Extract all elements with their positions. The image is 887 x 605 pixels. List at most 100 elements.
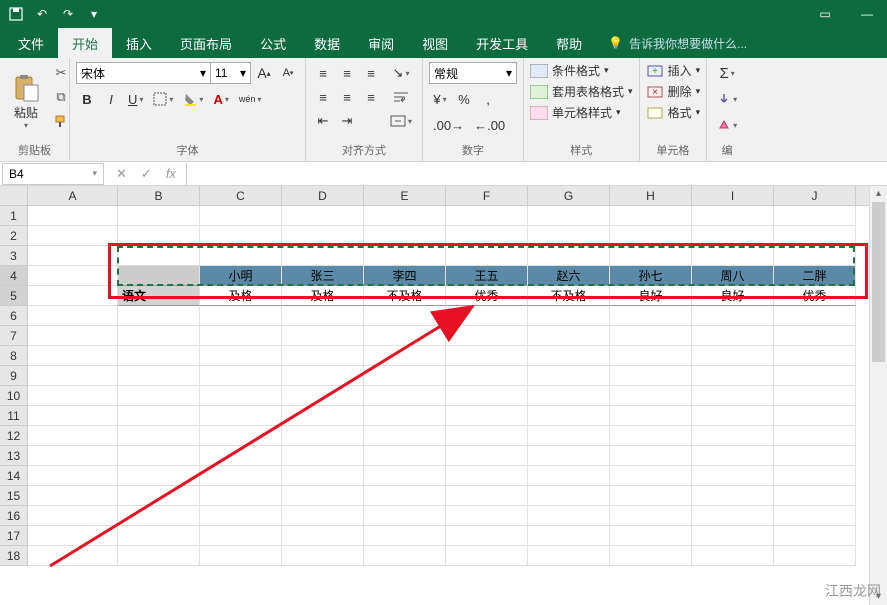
cell-B5[interactable]: 语文 xyxy=(118,286,200,306)
cell-J14[interactable] xyxy=(774,466,856,486)
fill-icon[interactable]: ▾ xyxy=(713,88,741,110)
format-cells-button[interactable]: 格式 ▾ xyxy=(646,104,701,121)
undo-icon[interactable]: ↶ xyxy=(32,4,52,24)
decrease-font-icon[interactable]: A▾ xyxy=(277,62,299,84)
cell-E9[interactable] xyxy=(364,366,446,386)
cell-A15[interactable] xyxy=(28,486,118,506)
cell-F8[interactable] xyxy=(446,346,528,366)
cell-G11[interactable] xyxy=(528,406,610,426)
cell-B9[interactable] xyxy=(118,366,200,386)
cell-E17[interactable] xyxy=(364,526,446,546)
cell-G1[interactable] xyxy=(528,206,610,226)
cell-I16[interactable] xyxy=(692,506,774,526)
col-header-I[interactable]: I xyxy=(692,186,774,205)
cell-C4[interactable]: 小明 xyxy=(200,266,282,286)
cell-H14[interactable] xyxy=(610,466,692,486)
cell-I1[interactable] xyxy=(692,206,774,226)
wrap-text-icon[interactable] xyxy=(386,86,416,108)
cell-D7[interactable] xyxy=(282,326,364,346)
cell-E3[interactable] xyxy=(364,246,446,266)
cell-A3[interactable] xyxy=(28,246,118,266)
vertical-scrollbar[interactable]: ▴ ▾ xyxy=(869,186,887,605)
format-painter-icon[interactable] xyxy=(50,110,72,132)
cell-I15[interactable] xyxy=(692,486,774,506)
cell-B15[interactable] xyxy=(118,486,200,506)
increase-indent-icon[interactable]: ⇥ xyxy=(336,110,358,132)
cell-A17[interactable] xyxy=(28,526,118,546)
cell-J9[interactable] xyxy=(774,366,856,386)
cell-I10[interactable] xyxy=(692,386,774,406)
col-header-E[interactable]: E xyxy=(364,186,446,205)
tab-home[interactable]: 开始 xyxy=(58,28,112,58)
cell-E7[interactable] xyxy=(364,326,446,346)
cell-B6[interactable] xyxy=(118,306,200,326)
cell-E12[interactable] xyxy=(364,426,446,446)
cell-I11[interactable] xyxy=(692,406,774,426)
col-header-A[interactable]: A xyxy=(28,186,118,205)
cell-A16[interactable] xyxy=(28,506,118,526)
cell-B12[interactable] xyxy=(118,426,200,446)
cell-J4[interactable]: 二胖 xyxy=(774,266,856,286)
align-middle-icon[interactable]: ≡ xyxy=(336,62,358,84)
cell-G2[interactable] xyxy=(528,226,610,246)
cell-I18[interactable] xyxy=(692,546,774,566)
cell-J16[interactable] xyxy=(774,506,856,526)
cell-F15[interactable] xyxy=(446,486,528,506)
cell-D6[interactable] xyxy=(282,306,364,326)
row-header-15[interactable]: 15 xyxy=(0,486,27,506)
accounting-format-icon[interactable]: ¥▾ xyxy=(429,88,451,110)
align-top-icon[interactable]: ≡ xyxy=(312,62,334,84)
cell-F4[interactable]: 王五 xyxy=(446,266,528,286)
scroll-up-icon[interactable]: ▴ xyxy=(870,186,887,202)
cell-G18[interactable] xyxy=(528,546,610,566)
cell-J12[interactable] xyxy=(774,426,856,446)
cell-B16[interactable] xyxy=(118,506,200,526)
delete-cells-button[interactable]: ×删除 ▾ xyxy=(646,83,701,100)
cell-A18[interactable] xyxy=(28,546,118,566)
row-header-8[interactable]: 8 xyxy=(0,346,27,366)
cell-C17[interactable] xyxy=(200,526,282,546)
col-header-F[interactable]: F xyxy=(446,186,528,205)
cell-H1[interactable] xyxy=(610,206,692,226)
cell-H12[interactable] xyxy=(610,426,692,446)
cell-E13[interactable] xyxy=(364,446,446,466)
number-format-combo[interactable]: 常规▾ xyxy=(429,62,517,84)
cell-G10[interactable] xyxy=(528,386,610,406)
cell-I8[interactable] xyxy=(692,346,774,366)
col-header-J[interactable]: J xyxy=(774,186,856,205)
cell-C3[interactable] xyxy=(200,246,282,266)
name-box[interactable]: B4▾ xyxy=(2,163,104,185)
cell-B3[interactable] xyxy=(118,246,200,266)
cell-E15[interactable] xyxy=(364,486,446,506)
cell-J3[interactable] xyxy=(774,246,856,266)
cell-styles-button[interactable]: 单元格样式 ▾ xyxy=(530,104,633,121)
cell-F2[interactable] xyxy=(446,226,528,246)
cell-A4[interactable] xyxy=(28,266,118,286)
font-name-combo[interactable]: 宋体▾ xyxy=(76,62,211,84)
tab-formulas[interactable]: 公式 xyxy=(246,28,300,58)
cell-H3[interactable] xyxy=(610,246,692,266)
cell-J18[interactable] xyxy=(774,546,856,566)
cell-A2[interactable] xyxy=(28,226,118,246)
cell-J8[interactable] xyxy=(774,346,856,366)
cell-D18[interactable] xyxy=(282,546,364,566)
cell-H17[interactable] xyxy=(610,526,692,546)
cell-H13[interactable] xyxy=(610,446,692,466)
decrease-indent-icon[interactable]: ⇤ xyxy=(312,110,334,132)
cell-C8[interactable] xyxy=(200,346,282,366)
copy-icon[interactable]: ⧉ xyxy=(50,86,72,108)
cell-F5[interactable]: 优秀 xyxy=(446,286,528,306)
cell-J7[interactable] xyxy=(774,326,856,346)
cut-icon[interactable]: ✂ xyxy=(50,62,72,84)
cell-C5[interactable]: 及格 xyxy=(200,286,282,306)
format-table-button[interactable]: 套用表格格式 ▾ xyxy=(530,83,633,100)
row-header-18[interactable]: 18 xyxy=(0,546,27,566)
cell-D5[interactable]: 及格 xyxy=(282,286,364,306)
cell-H2[interactable] xyxy=(610,226,692,246)
cell-I7[interactable] xyxy=(692,326,774,346)
align-left-icon[interactable]: ≡ xyxy=(312,86,334,108)
cell-G13[interactable] xyxy=(528,446,610,466)
cell-D12[interactable] xyxy=(282,426,364,446)
row-header-9[interactable]: 9 xyxy=(0,366,27,386)
cell-E8[interactable] xyxy=(364,346,446,366)
